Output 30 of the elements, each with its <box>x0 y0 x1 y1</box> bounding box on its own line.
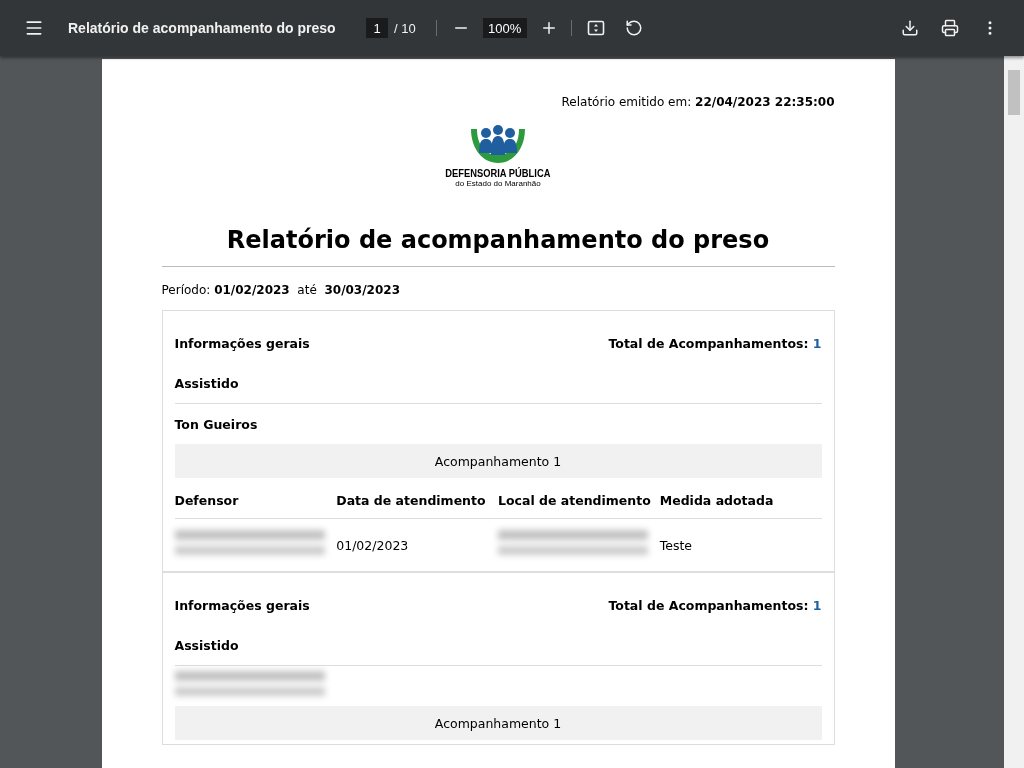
menu-icon[interactable] <box>24 18 44 38</box>
issued-date: Relatório emitido em: 22/04/2023 22:35:00 <box>561 95 835 109</box>
people-hands-drawing <box>469 125 527 165</box>
column-header: Defensor <box>174 482 337 519</box>
followup-heading: Acompanhamento 1 <box>174 444 822 478</box>
period-text: Período: 01/02/2023 até 30/03/2023 <box>161 283 400 297</box>
print-icon[interactable] <box>940 18 960 38</box>
column-header: Local de atendimento <box>498 482 660 519</box>
table-cell-text: 01/02/2023 <box>336 537 409 553</box>
scrollbar[interactable] <box>1004 56 1024 768</box>
download-icon[interactable] <box>900 18 920 38</box>
section-label: Informações gerais <box>174 335 310 351</box>
total-count: Total de Acompanhamentos: 1 <box>608 597 822 613</box>
total-count: Total de Acompanhamentos: 1 <box>608 335 822 351</box>
assisted-label: Assistido <box>174 637 239 653</box>
followup-heading: Acompanhamento 1 <box>174 706 822 740</box>
page-number-field[interactable]: 1 <box>366 18 388 38</box>
fit-page-icon[interactable] <box>585 18 606 38</box>
report-title: Relatório de acompanhamento do preso <box>161 226 835 267</box>
column-header: Data de atendimento <box>336 482 498 519</box>
column-header: Medida adotada <box>659 482 822 519</box>
zoom-field[interactable]: 100% <box>482 18 527 38</box>
assisted-name: Ton Gueiros <box>174 416 258 432</box>
table-cell-text: Teste <box>659 537 693 553</box>
section-label: Informações gerais <box>174 597 310 613</box>
assisted-label: Assistido <box>174 375 239 391</box>
logo-subtitle: do Estado do Maranhão <box>455 179 541 188</box>
document-title: Relatório de acompanhamento do preso <box>68 20 337 36</box>
logo-name: DEFENSORIA PÚBLICA <box>445 167 551 179</box>
page-total: / 10 <box>394 20 416 36</box>
